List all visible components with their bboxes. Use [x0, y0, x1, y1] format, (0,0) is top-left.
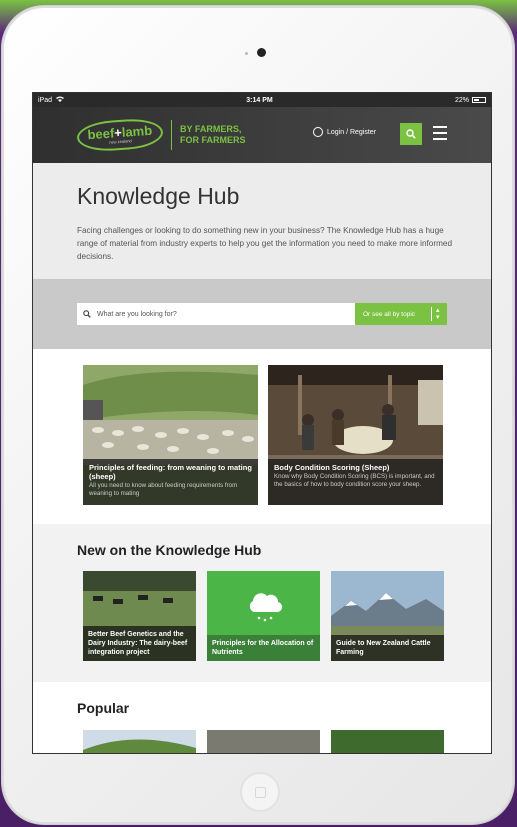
search-icon: [406, 129, 416, 139]
featured-card[interactable]: Principles of feeding: from weaning to m…: [83, 365, 258, 505]
new-item-card[interactable]: Guide to New Zealand Cattle Farming: [331, 571, 444, 661]
hill-image: [83, 730, 196, 753]
camera-icon: [257, 48, 266, 57]
new-section: New on the Knowledge Hub Better Beef Gen…: [33, 524, 491, 682]
logo-subtitle: new zealand: [109, 138, 132, 145]
new-item-card[interactable]: Better Beef Genetics and the Dairy Indus…: [83, 571, 196, 661]
featured-title: Body Condition Scoring (Sheep): [274, 463, 390, 472]
new-item-title: Principles for the Allocation of Nutrien…: [207, 635, 320, 661]
search-icon: [83, 310, 91, 318]
new-item-title: Guide to New Zealand Cattle Farming: [331, 635, 444, 661]
search-band: What are you looking for? Or see all by …: [33, 279, 491, 349]
search-input[interactable]: What are you looking for?: [77, 303, 355, 325]
popular-card[interactable]: [207, 730, 320, 753]
tablet-frame: iPad 3:14 PM 22% beef+lamb new zealand B…: [2, 6, 514, 824]
chevron-updown-icon: ▴ ▾: [436, 307, 440, 321]
new-item-title: Better Beef Genetics and the Dairy Indus…: [83, 626, 196, 661]
status-bar: iPad 3:14 PM 22%: [33, 93, 491, 107]
home-button[interactable]: [240, 772, 280, 812]
login-register-link[interactable]: Login / Register: [313, 127, 376, 137]
home-square-icon: [255, 787, 266, 798]
search-placeholder: What are you looking for?: [97, 310, 177, 318]
featured-desc: All you need to know about feeding requi…: [89, 482, 238, 497]
wifi-icon: [56, 96, 65, 104]
site-logo[interactable]: beef+lamb new zealand: [76, 117, 164, 153]
featured-desc: Know why Body Condition Scoring (BCS) is…: [274, 473, 435, 488]
device-label: iPad: [38, 96, 53, 104]
popular-card[interactable]: [83, 730, 196, 753]
popular-section: Popular: [33, 682, 491, 753]
section-title: New on the Knowledge Hub: [77, 542, 262, 558]
featured-section: Principles of feeding: from weaning to m…: [33, 349, 491, 524]
screen: iPad 3:14 PM 22% beef+lamb new zealand B…: [32, 92, 492, 754]
site-header: beef+lamb new zealand BY FARMERS, FOR FA…: [33, 107, 491, 163]
hero-section: Knowledge Hub Facing challenges or looki…: [33, 163, 491, 279]
battery-icon: [472, 97, 486, 103]
user-icon: [313, 127, 323, 137]
featured-caption: Principles of feeding: from weaning to m…: [83, 459, 258, 505]
popular-card[interactable]: [331, 730, 444, 753]
tagline: BY FARMERS, FOR FARMERS: [180, 124, 246, 145]
header-search-button[interactable]: [400, 123, 422, 145]
status-time: 3:14 PM: [246, 96, 273, 104]
page-description: Facing challenges or looking to do somet…: [77, 226, 452, 261]
page-title: Knowledge Hub: [77, 183, 240, 209]
new-item-card[interactable]: Principles for the Allocation of Nutrien…: [207, 571, 320, 661]
featured-title: Principles of feeding: from weaning to m…: [89, 463, 252, 481]
featured-card[interactable]: Body Condition Scoring (Sheep) Know why …: [268, 365, 443, 505]
see-all-by-topic-button[interactable]: Or see all by topic ▴ ▾: [355, 303, 447, 325]
featured-caption: Body Condition Scoring (Sheep) Know why …: [268, 459, 443, 505]
battery-percent: 22%: [454, 96, 469, 104]
light-sensor: [245, 52, 248, 55]
button-separator: [431, 307, 432, 321]
header-divider: [171, 120, 172, 150]
section-title: Popular: [77, 700, 130, 716]
hamburger-menu-icon[interactable]: [433, 126, 447, 140]
